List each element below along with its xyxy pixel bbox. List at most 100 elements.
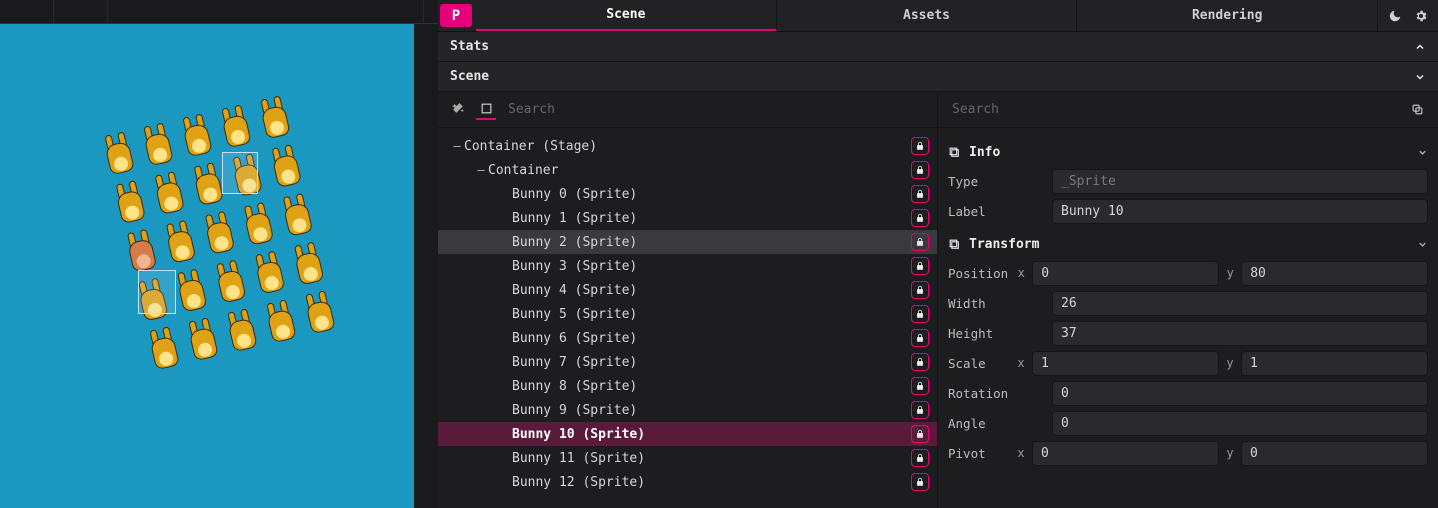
bunny-sprite[interactable]	[217, 105, 256, 153]
tree-row[interactable]: Bunny 10 (Sprite)	[438, 422, 937, 446]
bunny-sprite[interactable]	[122, 230, 161, 278]
bunny-sprite[interactable]	[301, 291, 340, 339]
section-stats-header[interactable]: Stats	[438, 32, 1438, 62]
x-label: x	[1016, 446, 1026, 460]
bunny-sprite[interactable]	[178, 114, 217, 162]
app-logo-icon: P	[440, 4, 472, 27]
position-y-input[interactable]	[1241, 261, 1428, 286]
width-label: Width	[948, 296, 1044, 311]
bunny-sprite[interactable]	[145, 327, 184, 375]
lock-toggle-icon[interactable]	[911, 257, 929, 275]
tree-row[interactable]: Bunny 3 (Sprite)	[438, 254, 937, 278]
bunny-sprite[interactable]	[290, 242, 329, 290]
collapse-icon[interactable]: —	[450, 139, 464, 153]
tree-row[interactable]: Bunny 0 (Sprite)	[438, 182, 937, 206]
lock-toggle-icon[interactable]	[911, 449, 929, 467]
bunny-sprite[interactable]	[161, 221, 200, 269]
tree-row-label: Bunny 8 (Sprite)	[512, 379, 911, 394]
scene-tree[interactable]: —Container (Stage)—Container Bunny 0 (Spr…	[438, 128, 937, 508]
lock-toggle-icon[interactable]	[911, 281, 929, 299]
position-label: Position	[948, 266, 1008, 281]
group-transform-header[interactable]: Transform	[948, 230, 1428, 258]
tree-toolbar	[438, 92, 937, 128]
tree-row-label: Bunny 10 (Sprite)	[512, 427, 911, 442]
lock-toggle-icon[interactable]	[911, 185, 929, 203]
bunny-sprite[interactable]	[212, 260, 251, 308]
lock-toggle-icon[interactable]	[911, 137, 929, 155]
tree-row[interactable]: Bunny 1 (Sprite)	[438, 206, 937, 230]
tree-row[interactable]: —Container	[438, 158, 937, 182]
lock-toggle-icon[interactable]	[911, 377, 929, 395]
viewport-tab-blank-3[interactable]	[108, 0, 424, 23]
pivot-y-input[interactable]	[1241, 441, 1428, 466]
pivot-x-input[interactable]	[1032, 441, 1219, 466]
width-input[interactable]	[1052, 291, 1428, 316]
lock-toggle-icon[interactable]	[911, 425, 929, 443]
tree-search-input[interactable]	[504, 96, 927, 123]
viewport-tab-blank-1[interactable]	[0, 0, 54, 23]
bunny-sprite[interactable]	[200, 212, 239, 260]
bunny-sprite[interactable]	[139, 123, 178, 171]
scale-x-input[interactable]	[1032, 351, 1219, 376]
bunny-sprite[interactable]	[223, 309, 262, 357]
angle-input[interactable]	[1052, 411, 1428, 436]
tree-row[interactable]: Bunny 7 (Sprite)	[438, 350, 937, 374]
selection-tool-icon[interactable]	[476, 100, 496, 120]
game-canvas[interactable]	[0, 24, 414, 508]
section-scene-header[interactable]: Scene	[438, 62, 1438, 92]
tree-row[interactable]: —Container (Stage)	[438, 134, 937, 158]
tree-row[interactable]: Bunny 11 (Sprite)	[438, 446, 937, 470]
lock-toggle-icon[interactable]	[911, 473, 929, 491]
bunny-sprite[interactable]	[228, 154, 267, 202]
lock-toggle-icon[interactable]	[911, 209, 929, 227]
viewport-tab-blank-2[interactable]	[54, 0, 108, 23]
theme-toggle-icon[interactable]	[1384, 5, 1406, 27]
tree-row[interactable]: Bunny 2 (Sprite)	[438, 230, 937, 254]
bunny-sprite[interactable]	[256, 96, 295, 144]
bunny-sprite[interactable]	[239, 203, 278, 251]
lock-toggle-icon[interactable]	[911, 161, 929, 179]
bunny-sprite[interactable]	[262, 300, 301, 348]
tree-row[interactable]: Bunny 5 (Sprite)	[438, 302, 937, 326]
tree-row-label: Bunny 2 (Sprite)	[512, 235, 911, 250]
chevron-down-icon	[1414, 71, 1426, 83]
group-info-header[interactable]: Info	[948, 138, 1428, 166]
bunny-sprite[interactable]	[111, 181, 150, 229]
copy-properties-icon[interactable]	[1406, 99, 1428, 121]
tree-row-label: Bunny 0 (Sprite)	[512, 187, 911, 202]
tree-row-label: Bunny 11 (Sprite)	[512, 451, 911, 466]
lock-toggle-icon[interactable]	[911, 233, 929, 251]
bunny-sprite[interactable]	[100, 132, 139, 180]
tree-row[interactable]: Bunny 9 (Sprite)	[438, 398, 937, 422]
tree-row[interactable]: Bunny 4 (Sprite)	[438, 278, 937, 302]
tab-scene[interactable]: Scene	[476, 0, 777, 31]
bunny-sprite[interactable]	[184, 318, 223, 366]
collapse-icon[interactable]: —	[474, 163, 488, 177]
bunny-sprite[interactable]	[150, 172, 189, 220]
properties-search-input[interactable]	[948, 96, 1406, 123]
lock-toggle-icon[interactable]	[911, 353, 929, 371]
lock-toggle-icon[interactable]	[911, 329, 929, 347]
tree-row[interactable]: Bunny 6 (Sprite)	[438, 326, 937, 350]
tab-rendering[interactable]: Rendering	[1077, 0, 1378, 31]
bunny-sprite[interactable]	[278, 194, 317, 242]
rotation-input[interactable]	[1052, 381, 1428, 406]
height-input[interactable]	[1052, 321, 1428, 346]
tree-row[interactable]: Bunny 8 (Sprite)	[438, 374, 937, 398]
label-input[interactable]	[1052, 199, 1428, 224]
bunny-sprite[interactable]	[134, 278, 173, 326]
bunny-sprite[interactable]	[251, 251, 290, 299]
settings-gear-icon[interactable]	[1410, 5, 1432, 27]
scale-y-input[interactable]	[1241, 351, 1428, 376]
y-label: y	[1225, 446, 1235, 460]
lock-toggle-icon[interactable]	[911, 305, 929, 323]
layers-icon	[948, 146, 961, 159]
wand-tool-icon[interactable]	[448, 100, 468, 120]
lock-toggle-icon[interactable]	[911, 401, 929, 419]
bunny-sprite[interactable]	[173, 269, 212, 317]
tab-assets[interactable]: Assets	[777, 0, 1078, 31]
position-x-input[interactable]	[1032, 261, 1219, 286]
bunny-sprite[interactable]	[189, 163, 228, 211]
bunny-sprite[interactable]	[267, 145, 306, 193]
tree-row[interactable]: Bunny 12 (Sprite)	[438, 470, 937, 494]
